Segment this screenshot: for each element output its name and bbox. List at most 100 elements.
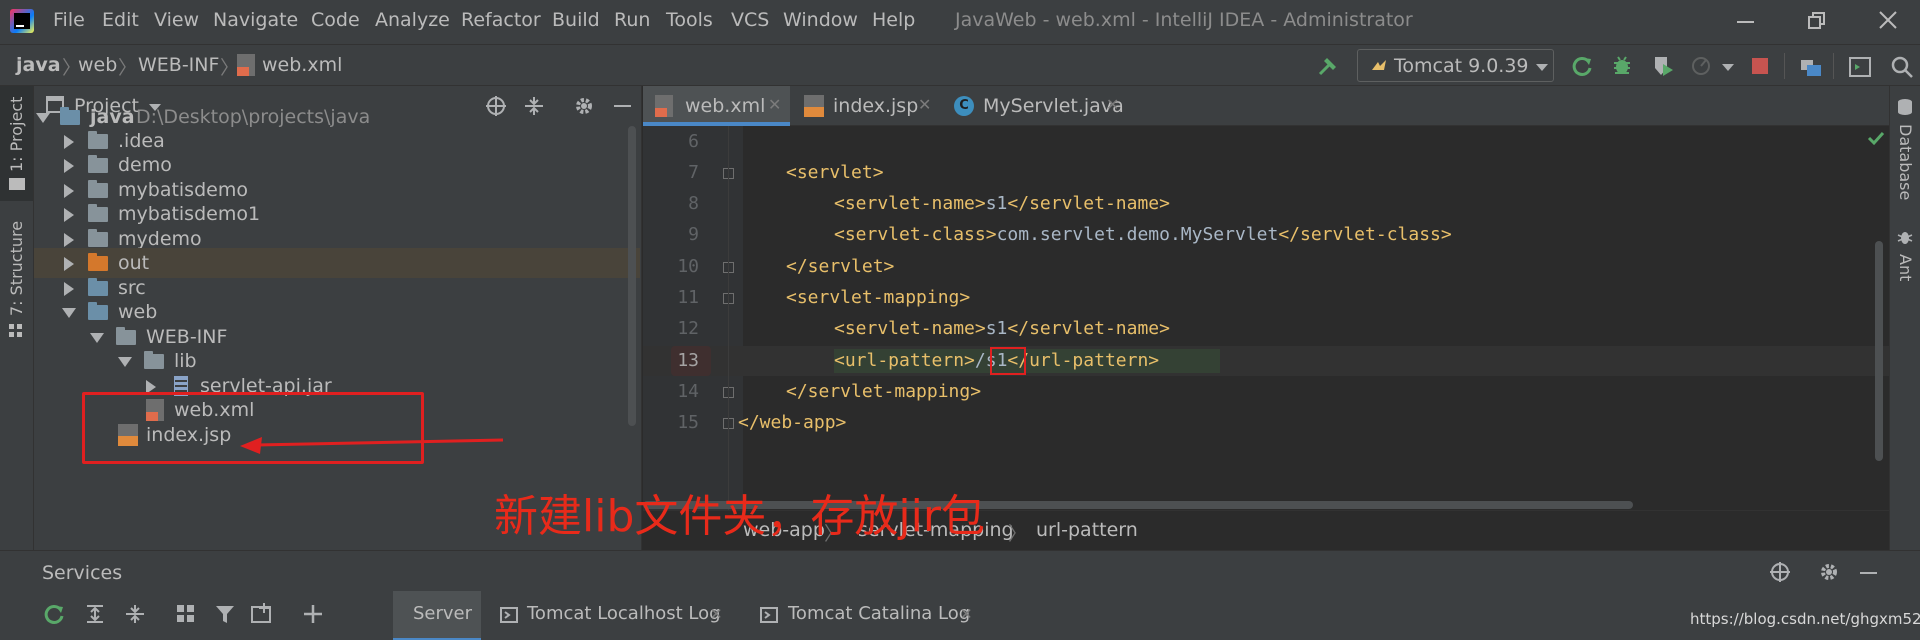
folder-icon: [88, 131, 108, 149]
debug-bug-icon[interactable]: [1611, 54, 1633, 76]
expand-arrow-icon[interactable]: [64, 135, 74, 149]
new-tab-icon[interactable]: [250, 603, 274, 625]
expand-arrow-icon[interactable]: [64, 159, 74, 173]
chevron-down-icon[interactable]: [1722, 64, 1734, 71]
close-tab-icon[interactable]: ✕: [1106, 95, 1119, 114]
gear-icon[interactable]: [1818, 561, 1840, 583]
ant-tool-tab[interactable]: Ant: [1896, 254, 1915, 281]
menu-run[interactable]: Run: [614, 9, 650, 31]
tab-myservlet-java[interactable]: C MyServlet.java ✕: [942, 86, 1130, 126]
tab-server[interactable]: Server: [413, 603, 472, 624]
menu-analyze[interactable]: Analyze: [375, 9, 450, 31]
tree-label: demo: [118, 154, 172, 176]
xml-tag: </url-pattern>: [1007, 350, 1160, 371]
expand-arrow-icon[interactable]: [118, 357, 132, 367]
xml-file-icon: [655, 95, 673, 117]
hide-panel-icon[interactable]: [1860, 572, 1877, 574]
code-editor[interactable]: 6 7 8 9 10 11 12 13 14 15 <servlet> <ser…: [643, 126, 1889, 510]
minimize-icon[interactable]: [1737, 21, 1754, 23]
expand-arrow-icon[interactable]: [64, 208, 74, 222]
code-line: <servlet-name>s1</servlet-name>: [834, 318, 1170, 339]
code-line: </web-app>: [738, 412, 846, 433]
services-title: Services: [42, 562, 123, 584]
menu-edit[interactable]: Edit: [102, 9, 139, 31]
menu-code[interactable]: Code: [311, 9, 360, 31]
breadcrumb-separator: 〉: [1008, 523, 1028, 545]
menu-refactor[interactable]: Refactor: [461, 9, 541, 31]
close-tab-icon[interactable]: ✕: [918, 95, 931, 114]
intellij-logo-icon[interactable]: [10, 9, 34, 33]
profile-icon[interactable]: [1690, 54, 1714, 78]
menu-view[interactable]: View: [154, 9, 199, 31]
xml-tag: <servlet-mapping>: [786, 287, 971, 308]
expand-arrow-icon[interactable]: [64, 282, 74, 296]
add-icon[interactable]: [302, 603, 324, 625]
database-tool-tab[interactable]: Database: [1896, 124, 1915, 200]
breadcrumb-web-xml[interactable]: web.xml: [262, 54, 342, 76]
expand-arrow-icon[interactable]: [36, 113, 50, 123]
collapse-all-icon[interactable]: [124, 603, 146, 625]
annotation-arrow: [238, 432, 506, 456]
line-number: 13: [677, 350, 699, 371]
editor-vertical-scrollbar[interactable]: [1875, 241, 1883, 461]
restore-icon[interactable]: [1808, 12, 1825, 29]
menu-file[interactable]: File: [53, 9, 85, 31]
window-title: JavaWeb - web.xml - IntelliJ IDEA - Admi…: [955, 9, 1413, 31]
tab-tomcat-localhost-log[interactable]: Tomcat Localhost Log: [527, 603, 721, 624]
console-icon: [500, 607, 518, 623]
jsp-file-icon: [804, 95, 824, 117]
expand-arrow-icon[interactable]: [64, 233, 74, 247]
xml-tag: <servlet-name>: [834, 318, 986, 339]
menu-vcs[interactable]: VCS: [731, 9, 769, 31]
line-number: 14: [677, 381, 699, 402]
line-number: 11: [677, 287, 699, 308]
locate-target-icon[interactable]: [1769, 561, 1791, 583]
tree-label: java: [90, 106, 135, 128]
close-window-icon[interactable]: [1878, 10, 1898, 30]
xml-tag: </servlet-mapping>: [786, 381, 982, 402]
filter-icon[interactable]: [214, 603, 236, 625]
rerun-icon[interactable]: [1571, 55, 1593, 77]
close-tab-icon[interactable]: ✕: [768, 95, 781, 114]
tree-label: .idea: [118, 130, 165, 152]
coverage-icon[interactable]: [1651, 54, 1675, 78]
web-folder-icon: [88, 302, 108, 320]
structure-tool-tab[interactable]: 7: Structure: [7, 221, 26, 316]
project-tool-tab[interactable]: 1: Project: [7, 97, 26, 172]
stop-icon[interactable]: [1752, 58, 1768, 74]
build-hammer-icon[interactable]: [1316, 54, 1340, 78]
tab-web-xml[interactable]: web.xml ✕: [643, 86, 790, 126]
terminal-icon[interactable]: [1848, 56, 1872, 78]
expand-all-icon[interactable]: [84, 603, 106, 625]
close-tab-icon[interactable]: ✕: [960, 605, 973, 623]
breadcrumb-web[interactable]: web: [78, 54, 117, 76]
menu-build[interactable]: Build: [552, 9, 600, 31]
project-structure-icon[interactable]: [1799, 56, 1823, 78]
menu-navigate[interactable]: Navigate: [213, 9, 298, 31]
java-class-icon: C: [954, 96, 974, 116]
group-by-icon[interactable]: [175, 603, 197, 625]
close-tab-icon[interactable]: ✕: [710, 605, 723, 623]
menu-tools[interactable]: Tools: [666, 9, 713, 31]
search-icon[interactable]: [1890, 55, 1914, 79]
expand-arrow-icon[interactable]: [64, 257, 74, 271]
expand-arrow-icon[interactable]: [90, 333, 104, 343]
tab-tomcat-catalina-log[interactable]: Tomcat Catalina Log: [788, 603, 970, 624]
refresh-icon[interactable]: [43, 603, 65, 625]
source-folder-icon: [88, 278, 108, 296]
run-configuration-select[interactable]: Tomcat 9.0.39: [1357, 49, 1554, 82]
project-folder-icon: [9, 178, 25, 190]
breadcrumb-java[interactable]: java: [16, 54, 61, 76]
project-scrollbar[interactable]: [628, 126, 636, 426]
ant-icon: [1897, 230, 1913, 246]
breadcrumb-web-inf[interactable]: WEB-INF: [138, 54, 219, 76]
breadcrumb-separator: 〉: [118, 57, 138, 79]
expand-arrow-icon[interactable]: [62, 308, 76, 318]
tab-index-jsp[interactable]: index.jsp ✕: [792, 86, 942, 126]
breadcrumb-url-pattern[interactable]: url-pattern: [1036, 519, 1138, 541]
menu-help[interactable]: Help: [872, 9, 915, 31]
expand-arrow-icon[interactable]: [64, 184, 74, 198]
code-line: <servlet-name>s1</servlet-name>: [834, 193, 1170, 214]
menu-window[interactable]: Window: [783, 9, 858, 31]
xml-tag: </servlet-name>: [1007, 193, 1170, 214]
